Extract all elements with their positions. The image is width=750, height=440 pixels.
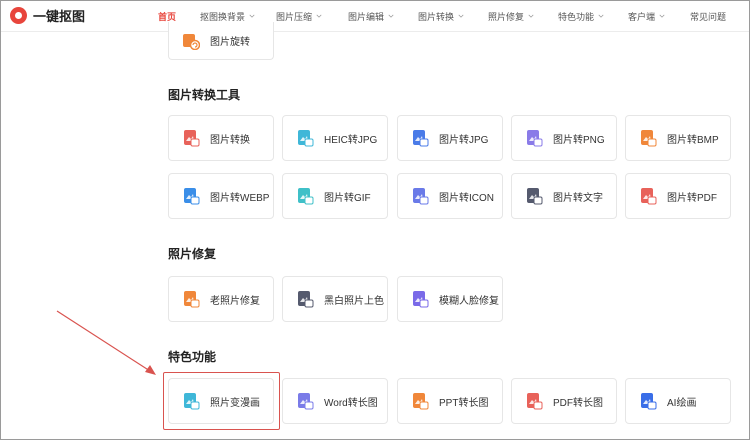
tool-card-special-3[interactable]: PDF转长图 [511, 378, 617, 424]
tool-card-label: HEIC转JPG [324, 134, 378, 146]
chevron-down-icon [659, 14, 665, 18]
nav-item-2[interactable]: 图片压缩 [276, 0, 322, 32]
highlight-box [163, 372, 280, 430]
nav-item-label: 图片转换 [418, 11, 455, 22]
bmp-icon [641, 130, 657, 147]
tool-card-convert-5[interactable]: 图片转WEBP [168, 173, 274, 219]
logo-text: 一键抠图 [33, 9, 86, 24]
nav-item-label: 抠图换背景 [200, 11, 246, 22]
chevron-down-icon [458, 14, 464, 18]
tool-card-convert-1[interactable]: HEIC转JPG [282, 115, 388, 161]
tool-card-label: 图片转ICON [439, 192, 494, 204]
face-repair-icon [413, 291, 429, 308]
nav-item-4[interactable]: 图片转换 [418, 0, 464, 32]
tool-card-label: Word转长图 [324, 397, 378, 409]
tool-card-label: 图片转换 [210, 134, 250, 146]
tool-card-label: PDF转长图 [553, 397, 603, 409]
nav-item-label: 特色功能 [558, 11, 595, 22]
tool-card-label: 图片转PNG [553, 134, 605, 146]
tool-card-convert-8[interactable]: 图片转文字 [511, 173, 617, 219]
nav-item-6[interactable]: 特色功能 [558, 0, 604, 32]
tool-card-label: 图片转GIF [324, 192, 371, 204]
nav-item-3[interactable]: 图片编辑 [348, 0, 394, 32]
nav-item-label: 常见问题 [690, 11, 727, 22]
nav-item-label: 客户端 [628, 11, 656, 22]
nav-item-7[interactable]: 客户端 [628, 0, 665, 32]
top-nav: 一键抠图 首页 抠图换背景 图片压缩 图片编辑 图片转换 照片修复 特色功能 客户端 常见问题 [0, 0, 750, 32]
tool-card-label: PPT转长图 [439, 397, 489, 409]
rotate-image-icon [183, 33, 200, 50]
chevron-down-icon [598, 14, 604, 18]
window-frame [0, 0, 750, 440]
jpg-icon [413, 130, 429, 147]
image-convert-icon [184, 130, 200, 147]
section-title-special: 特色功能 [168, 350, 217, 364]
nav-item-label: 照片修复 [488, 11, 525, 22]
tool-card-convert-0[interactable]: 图片转换 [168, 115, 274, 161]
tool-card-rotate[interactable]: 图片旋转 [168, 22, 274, 60]
tool-card-label: 图片转JPG [439, 134, 489, 146]
tool-card-convert-3[interactable]: 图片转PNG [511, 115, 617, 161]
tool-card-convert-2[interactable]: 图片转JPG [397, 115, 503, 161]
section-title-repair: 照片修复 [168, 247, 217, 261]
tool-card-special-2[interactable]: PPT转长图 [397, 378, 503, 424]
tool-card-repair-2[interactable]: 模糊人脸修复 [397, 276, 503, 322]
annotation-arrow [56, 310, 156, 375]
icon-format-icon [413, 188, 429, 205]
tool-card-special-1[interactable]: Word转长图 [282, 378, 388, 424]
nav-item-label: 图片压缩 [276, 11, 313, 22]
nav-item-5[interactable]: 照片修复 [488, 0, 534, 32]
nav-item-label: 首页 [158, 11, 177, 22]
webp-icon [184, 188, 200, 205]
pdf-long-image-icon [527, 393, 543, 410]
tool-card-convert-4[interactable]: 图片转BMP [625, 115, 731, 161]
chevron-down-icon [528, 14, 534, 18]
tool-card-label: 图片转WEBP [210, 192, 270, 204]
old-photo-icon [184, 291, 200, 308]
tool-card-special-4[interactable]: AI绘画 [625, 378, 731, 424]
nav-item-label: 图片编辑 [348, 11, 385, 22]
chevron-down-icon [316, 14, 322, 18]
nav-item-8[interactable]: 常见问题 [690, 0, 726, 32]
logo[interactable]: 一键抠图 [10, 6, 140, 25]
ppt-long-image-icon [413, 393, 429, 410]
heic-jpg-icon [298, 130, 314, 147]
gif-icon [298, 188, 314, 205]
tool-card-label: 模糊人脸修复 [439, 295, 499, 307]
png-icon [527, 130, 543, 147]
tool-card-label: 黑白照片上色 [324, 295, 384, 307]
image-to-text-icon [527, 188, 543, 205]
tool-card-label: 图片旋转 [210, 37, 250, 48]
tool-card-label: 图片转文字 [553, 192, 603, 204]
tool-card-convert-9[interactable]: 图片转PDF [625, 173, 731, 219]
tool-card-repair-1[interactable]: 黑白照片上色 [282, 276, 388, 322]
tool-card-label: AI绘画 [667, 397, 697, 409]
tool-card-repair-0[interactable]: 老照片修复 [168, 276, 274, 322]
tool-card-label: 老照片修复 [210, 295, 260, 307]
pdf-icon [641, 188, 657, 205]
tool-card-convert-6[interactable]: 图片转GIF [282, 173, 388, 219]
chevron-down-icon [388, 14, 394, 18]
word-long-image-icon [298, 393, 314, 410]
tool-card-convert-7[interactable]: 图片转ICON [397, 173, 503, 219]
logo-icon [10, 7, 27, 24]
ai-draw-icon [641, 393, 657, 410]
tool-card-label: 图片转PDF [667, 192, 717, 204]
palette-icon [298, 291, 314, 308]
tool-card-label: 图片转BMP [667, 134, 719, 146]
section-title-convert: 图片转换工具 [168, 88, 241, 102]
chevron-down-icon [249, 14, 255, 18]
